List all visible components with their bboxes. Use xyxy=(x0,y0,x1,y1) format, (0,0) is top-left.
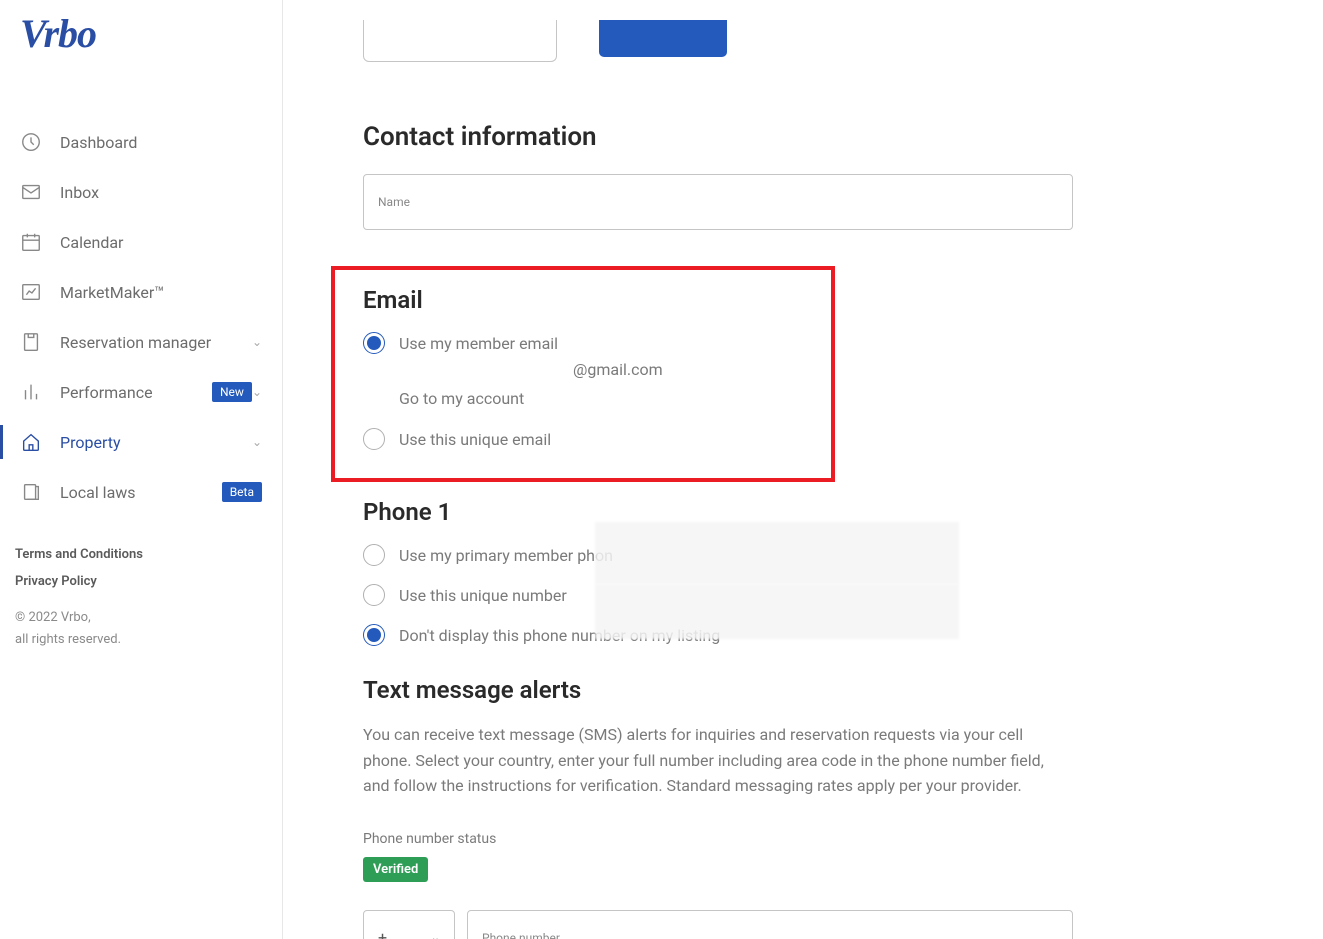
country-prefix: + xyxy=(378,928,387,939)
sidebar-item-label: Inbox xyxy=(60,183,262,202)
sidebar-footer: Terms and Conditions Privacy Policy © 20… xyxy=(0,517,282,651)
radio-label: Use my primary member phon xyxy=(399,546,613,565)
new-badge: New xyxy=(212,382,252,402)
sidebar-item-marketmaker[interactable]: MarketMaker™ xyxy=(0,267,282,317)
phone-input-row: + ⌄ Phone number xyxy=(363,910,1073,939)
chevron-down-icon: ⌄ xyxy=(252,385,262,399)
country-code-select[interactable]: + ⌄ xyxy=(363,910,455,939)
sidebar-item-label: Dashboard xyxy=(60,133,262,152)
terms-link[interactable]: Terms and Conditions xyxy=(15,547,262,562)
property-icon xyxy=(20,431,42,453)
sms-heading: Text message alerts xyxy=(363,676,1073,704)
sidebar-item-label: Calendar xyxy=(60,233,262,252)
chevron-down-icon: ⌄ xyxy=(252,335,262,349)
radio-use-unique-email[interactable]: Use this unique email xyxy=(363,428,803,450)
sidebar-item-property[interactable]: Property ⌄ xyxy=(0,417,282,467)
main-content: Contact information Name Email Use my me… xyxy=(283,0,1323,939)
sidebar-item-local-laws[interactable]: Local laws Beta xyxy=(0,467,282,517)
redaction-overlay xyxy=(595,522,959,584)
phone-status-label: Phone number status xyxy=(363,831,1073,847)
phone-number-input[interactable]: Phone number xyxy=(467,910,1073,939)
chevron-down-icon: ⌄ xyxy=(431,931,440,939)
radio-label: Use this unique number xyxy=(399,586,567,605)
radio-use-member-email[interactable]: Use my member email xyxy=(363,332,803,354)
sidebar-item-performance[interactable]: Performance New ⌄ xyxy=(0,367,282,417)
sms-description: You can receive text message (SMS) alert… xyxy=(363,722,1073,799)
verified-badge: Verified xyxy=(363,857,428,882)
chart-icon xyxy=(20,281,42,303)
name-input-label: Name xyxy=(378,195,1058,209)
email-value: @gmail.com xyxy=(573,360,803,379)
chevron-down-icon: ⌄ xyxy=(252,435,262,449)
logo[interactable]: Vrbo xyxy=(0,10,282,67)
laws-icon xyxy=(20,481,42,503)
radio-icon xyxy=(363,544,385,566)
sidebar-item-inbox[interactable]: Inbox xyxy=(0,167,282,217)
performance-icon xyxy=(20,381,42,403)
email-heading: Email xyxy=(363,286,803,314)
radio-icon xyxy=(363,584,385,606)
reservation-icon xyxy=(20,331,42,353)
sidebar-item-label: Reservation manager xyxy=(60,333,252,352)
radio-label: Use this unique email xyxy=(399,430,551,449)
sidebar-item-label: Property xyxy=(60,433,252,452)
sidebar-item-reservation-manager[interactable]: Reservation manager ⌄ xyxy=(0,317,282,367)
email-highlight: Email Use my member email @gmail.com Go … xyxy=(331,266,835,482)
sidebar-item-dashboard[interactable]: Dashboard xyxy=(0,117,282,167)
beta-badge: Beta xyxy=(222,482,262,502)
inbox-icon xyxy=(20,181,42,203)
radio-icon xyxy=(363,332,385,354)
privacy-link[interactable]: Privacy Policy xyxy=(15,574,262,589)
radio-label: Use my member email xyxy=(399,334,558,353)
sidebar-item-label: Performance xyxy=(60,383,202,402)
partial-outline-button[interactable] xyxy=(363,20,557,62)
sidebar-item-label: MarketMaker™ xyxy=(60,283,262,302)
radio-icon xyxy=(363,428,385,450)
sidebar-item-label: Local laws xyxy=(60,483,222,502)
contact-heading: Contact information xyxy=(363,122,1073,152)
radio-icon xyxy=(363,624,385,646)
logo-text: Vrbo xyxy=(20,11,96,56)
calendar-icon xyxy=(20,231,42,253)
copyright: © 2022 Vrbo, all rights reserved. xyxy=(15,607,262,651)
partial-solid-button[interactable] xyxy=(599,20,727,57)
phone-number-label: Phone number xyxy=(482,931,1058,939)
go-to-account-link[interactable]: Go to my account xyxy=(399,389,803,408)
name-input[interactable]: Name xyxy=(363,174,1073,230)
redaction-overlay xyxy=(595,584,959,639)
sidebar: Vrbo Dashboard Inbox Calendar MarketMake… xyxy=(0,0,283,939)
dashboard-icon xyxy=(20,131,42,153)
sidebar-item-calendar[interactable]: Calendar xyxy=(0,217,282,267)
